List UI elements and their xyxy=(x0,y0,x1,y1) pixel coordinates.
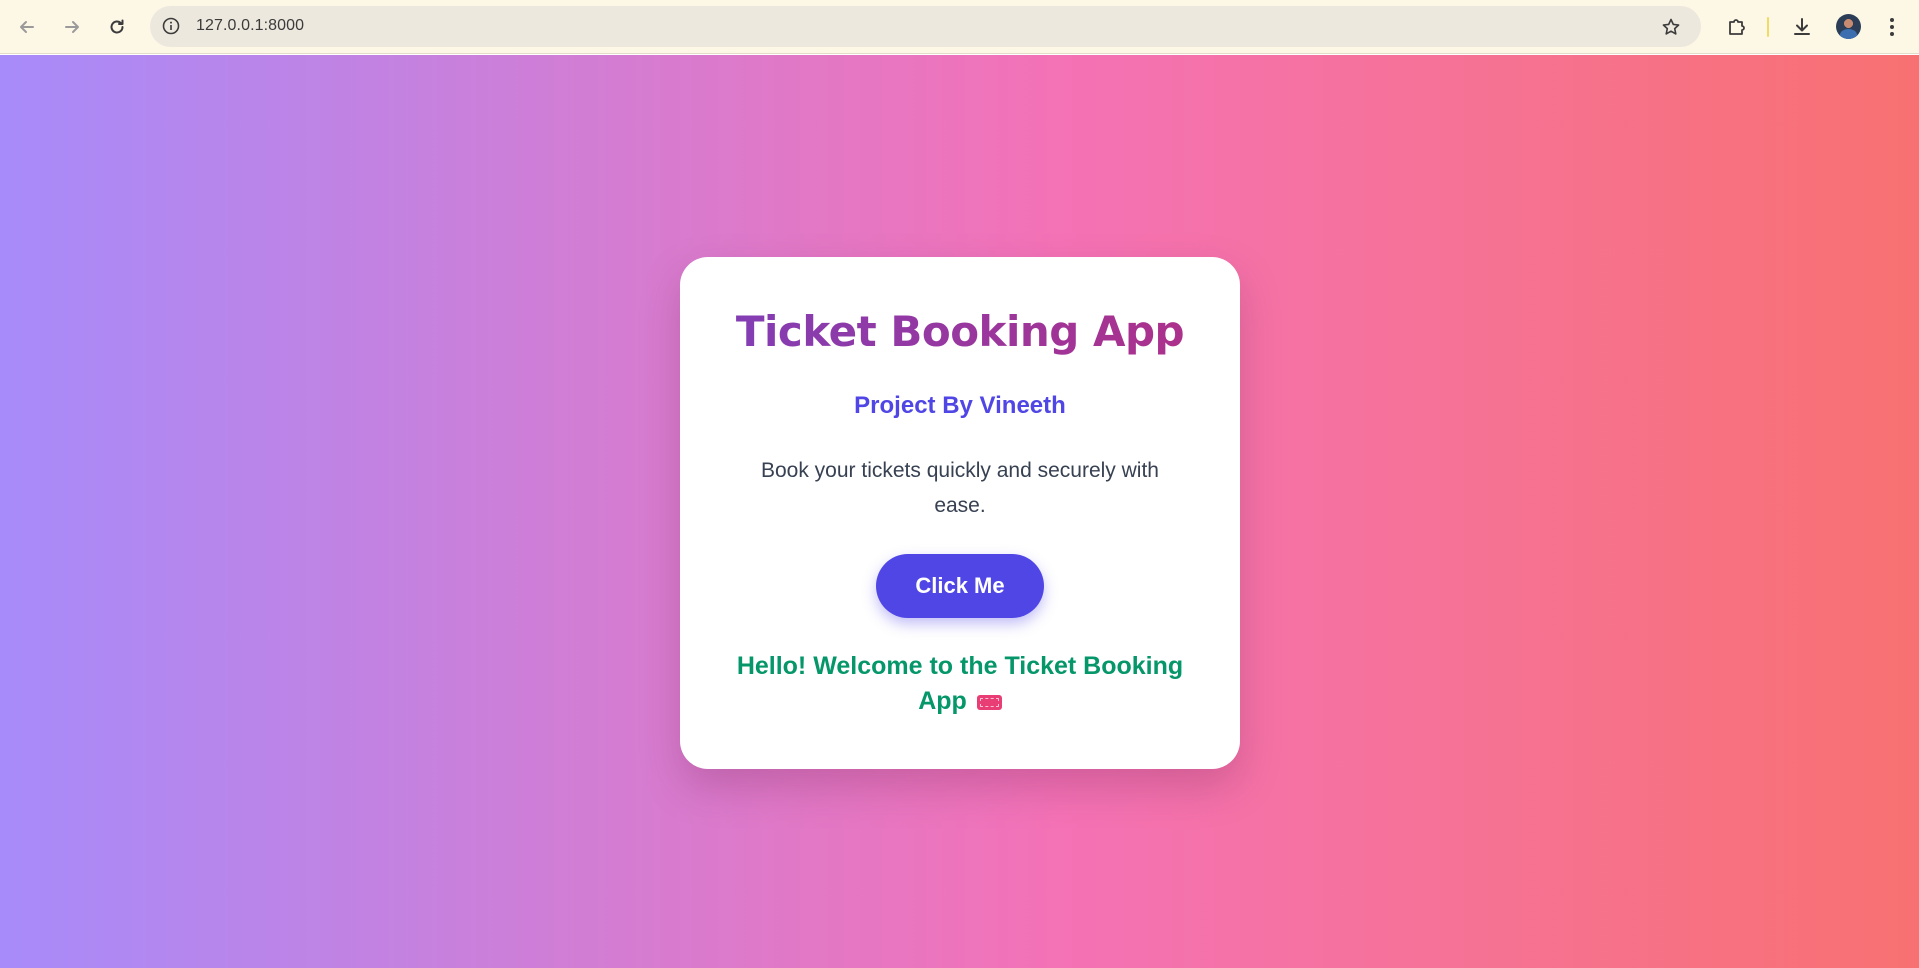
profile-avatar[interactable] xyxy=(1836,14,1861,39)
puzzle-icon xyxy=(1729,19,1745,35)
extensions-button[interactable] xyxy=(1722,12,1752,42)
welcome-card: Ticket Booking App Project By Vineeth Bo… xyxy=(680,257,1240,769)
app-description: Book your tickets quickly and securely w… xyxy=(760,459,1159,517)
forward-arrow-icon xyxy=(65,21,79,33)
back-button[interactable] xyxy=(11,11,43,43)
bookmark-button[interactable] xyxy=(1659,15,1683,39)
downloads-button[interactable] xyxy=(1787,12,1817,42)
browser-menu-button[interactable] xyxy=(1877,12,1907,42)
ticket-icon xyxy=(976,695,1002,710)
reload-icon xyxy=(110,19,124,34)
kebab-menu-icon xyxy=(1890,18,1894,36)
forward-button[interactable] xyxy=(56,11,88,43)
page-background: Ticket Booking App Project By Vineeth Bo… xyxy=(0,55,1919,968)
page-title: Ticket Booking App xyxy=(680,305,1240,359)
site-info-button[interactable] xyxy=(161,16,181,36)
project-subtitle: Project By Vineeth xyxy=(854,392,1066,419)
toolbar-divider xyxy=(1767,17,1769,37)
address-url[interactable]: 127.0.0.1:8000 xyxy=(196,17,304,35)
download-icon xyxy=(1794,18,1810,35)
info-icon xyxy=(162,17,180,35)
welcome-message: Hello! Welcome to the Ticket Booking App xyxy=(730,649,1190,719)
click-me-button[interactable]: Click Me xyxy=(876,554,1044,618)
address-bar[interactable]: 127.0.0.1:8000 xyxy=(150,6,1701,47)
star-icon xyxy=(1662,18,1680,35)
back-arrow-icon xyxy=(20,21,34,33)
reload-button[interactable] xyxy=(101,11,133,43)
browser-toolbar: 127.0.0.1:8000 xyxy=(0,0,1919,54)
welcome-text: Hello! Welcome to the Ticket Booking App xyxy=(736,652,1184,715)
